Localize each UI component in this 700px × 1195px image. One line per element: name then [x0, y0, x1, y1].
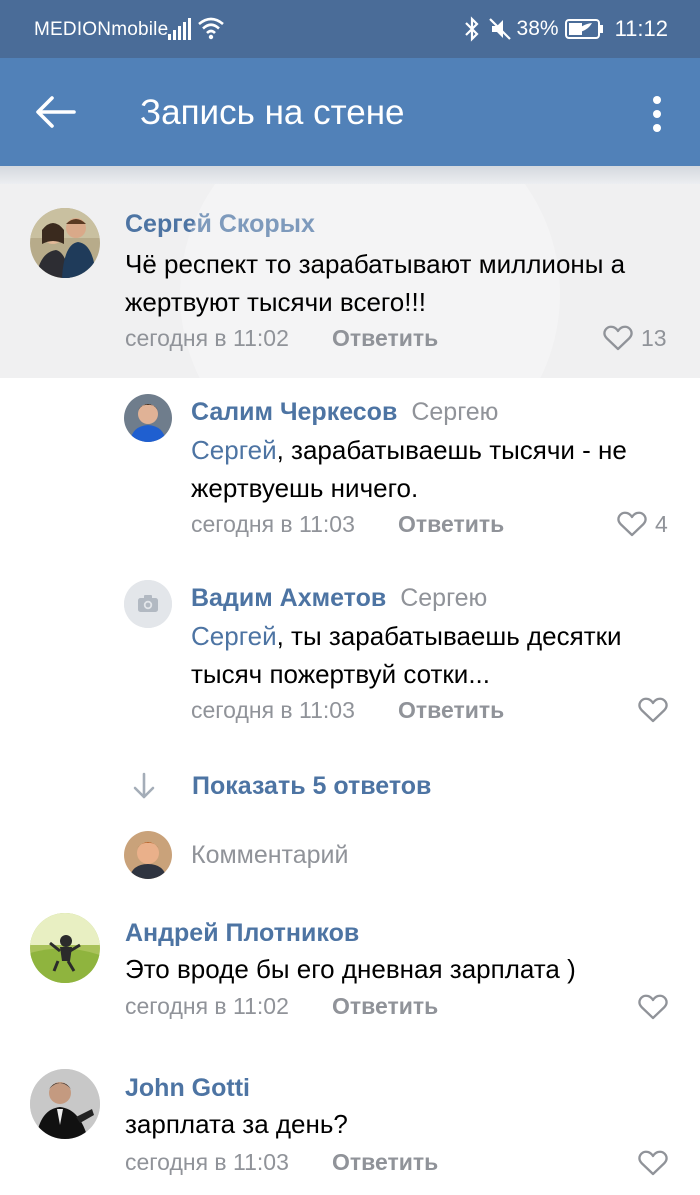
arrow-down-icon — [133, 772, 155, 799]
arrow-left-icon[interactable] — [30, 92, 80, 132]
mention-link[interactable]: Сергей — [191, 435, 277, 465]
show-replies-button[interactable]: Показать 5 ответов — [130, 766, 431, 806]
reply-button[interactable]: Ответить — [398, 697, 504, 724]
wifi-icon — [198, 17, 224, 40]
mute-icon — [488, 18, 511, 40]
comment-author[interactable]: Вадим Ахметов Сергею — [191, 584, 487, 613]
comment-placeholder: Комментарий — [191, 841, 349, 869]
reply-to-label[interactable]: Сергею — [411, 398, 498, 426]
more-vertical-icon[interactable] — [640, 94, 674, 134]
comment-author[interactable]: Сергей Скорых — [125, 210, 315, 239]
page-title: Запись на стене — [140, 93, 405, 132]
comment-text: Сергей, зарабатываешь тысячи - не жертву… — [191, 431, 671, 507]
avatar[interactable] — [30, 913, 100, 983]
avatar[interactable] — [30, 208, 100, 278]
clock: 11:12 — [614, 16, 668, 41]
like-button[interactable]: 4 — [617, 509, 668, 539]
like-button[interactable] — [638, 992, 668, 1022]
reply-button[interactable]: Ответить — [332, 325, 438, 352]
like-count: 13 — [641, 324, 667, 351]
mention-link[interactable]: Сергей — [191, 621, 277, 651]
reply-button[interactable]: Ответить — [332, 993, 438, 1020]
comment-time: сегодня в 11:03 — [125, 1149, 289, 1175]
reply-button[interactable]: Ответить — [398, 511, 504, 538]
like-button[interactable] — [638, 1148, 668, 1178]
reply-item: Салим Черкесов Сергею Сергей, зарабатывае… — [0, 378, 700, 568]
heart-icon — [617, 511, 647, 537]
reply-item: Вадим Ахметов Сергею Сергей, ты зарабатыв… — [0, 568, 700, 758]
bluetooth-icon — [464, 16, 479, 42]
reply-to-label[interactable]: Сергею — [400, 584, 487, 612]
comment-text: Сергей, ты зарабатываешь десятки тысяч п… — [191, 617, 671, 693]
signal-icon — [168, 18, 191, 40]
battery-icon — [564, 19, 603, 39]
comment-text: Это вроде бы его дневная зарплата ) — [125, 954, 576, 984]
comment-time: сегодня в 11:02 — [125, 325, 289, 351]
status-right: 38% 11:12 — [461, 14, 668, 44]
author-name[interactable]: Вадим Ахметов — [191, 584, 386, 612]
heart-icon — [603, 325, 633, 351]
comment-input[interactable]: Комментарий — [124, 831, 684, 879]
comment-time: сегодня в 11:03 — [191, 697, 355, 723]
comment-author[interactable]: John Gotti — [125, 1074, 250, 1103]
heart-icon — [638, 697, 668, 723]
avatar[interactable] — [124, 394, 172, 442]
comment-text: зарплата за день? — [125, 1109, 348, 1139]
author-name[interactable]: Салим Черкесов — [191, 398, 397, 426]
my-avatar — [124, 831, 172, 879]
show-replies-label: Показать 5 ответов — [192, 771, 432, 800]
app-bar: Запись на стене — [0, 58, 700, 166]
status-bar: MEDIONmobile 38% 11:12 — [0, 0, 700, 58]
like-button[interactable] — [638, 695, 668, 725]
comment-item: Андрей Плотников Это вроде бы его дневна… — [0, 895, 700, 1045]
reply-button[interactable]: Ответить — [332, 1149, 438, 1176]
avatar[interactable] — [30, 1069, 100, 1139]
comment-time: сегодня в 11:02 — [125, 993, 289, 1019]
battery-percent: 38% — [516, 17, 559, 40]
comment-item: John Gotti зарплата за день? сегодня в 1… — [0, 1052, 700, 1195]
appbar-shadow — [0, 166, 700, 184]
like-button[interactable]: 13 — [603, 323, 667, 353]
avatar[interactable] — [124, 580, 172, 628]
comment-time: сегодня в 11:03 — [191, 511, 355, 537]
comment-author[interactable]: Салим Черкесов Сергею — [191, 398, 498, 427]
heart-icon — [638, 994, 668, 1020]
carrier-name: MEDIONmobile — [34, 19, 169, 40]
like-count: 4 — [655, 510, 668, 537]
comment-author[interactable]: Андрей Плотников — [125, 919, 359, 948]
heart-icon — [638, 1150, 668, 1176]
comment-text: Чё респект то зарабатывают миллионы а же… — [125, 249, 626, 317]
comment-item: Сергей Скорых Чё респект то зарабатывают… — [0, 184, 700, 378]
